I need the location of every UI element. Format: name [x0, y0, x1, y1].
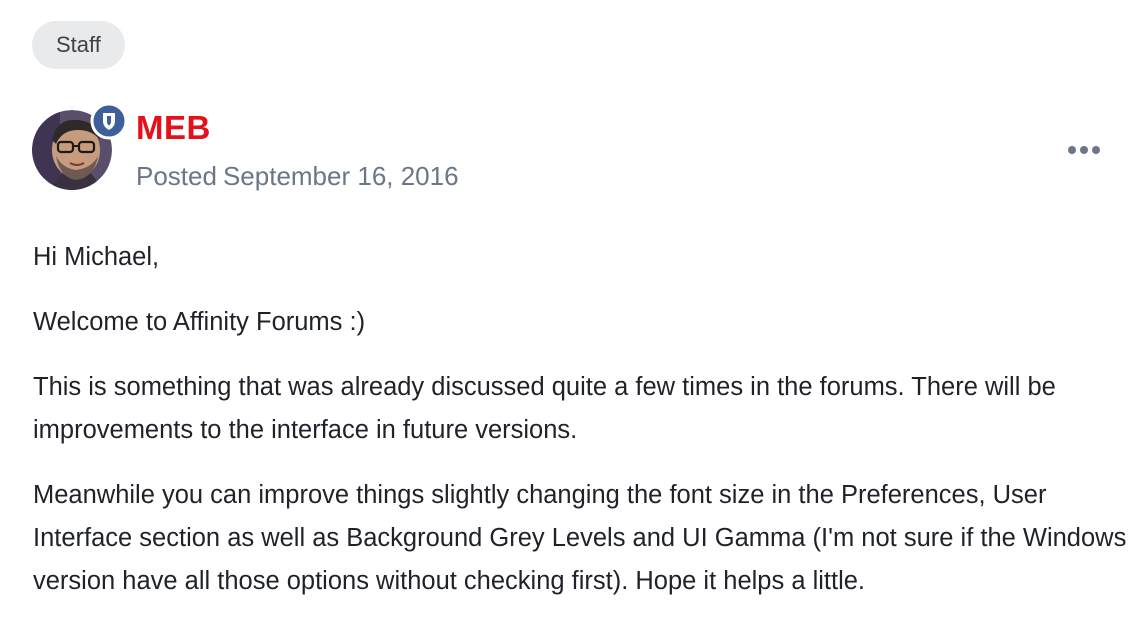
staff-group-badge: Staff	[32, 21, 125, 69]
post-options-button[interactable]	[1064, 138, 1104, 162]
author-avatar-link[interactable]	[32, 102, 128, 190]
shield-badge-icon	[90, 102, 128, 140]
post-date-value[interactable]: September 16, 2016	[223, 161, 459, 191]
post-paragraph: Meanwhile you can improve things slightl…	[33, 481, 1127, 595]
ellipsis-icon	[1068, 146, 1100, 154]
post-paragraph: Welcome to Affinity Forums :)	[33, 308, 366, 336]
post-paragraph: This is something that was already discu…	[33, 373, 1056, 444]
author-name-link[interactable]: MEB	[136, 106, 211, 150]
post-date: Posted September 16, 2016	[136, 158, 459, 194]
posted-label: Posted	[136, 161, 217, 191]
post-content: Hi Michael, Welcome to Affinity Forums :…	[33, 236, 1133, 625]
post-paragraph: Hi Michael,	[33, 243, 160, 271]
